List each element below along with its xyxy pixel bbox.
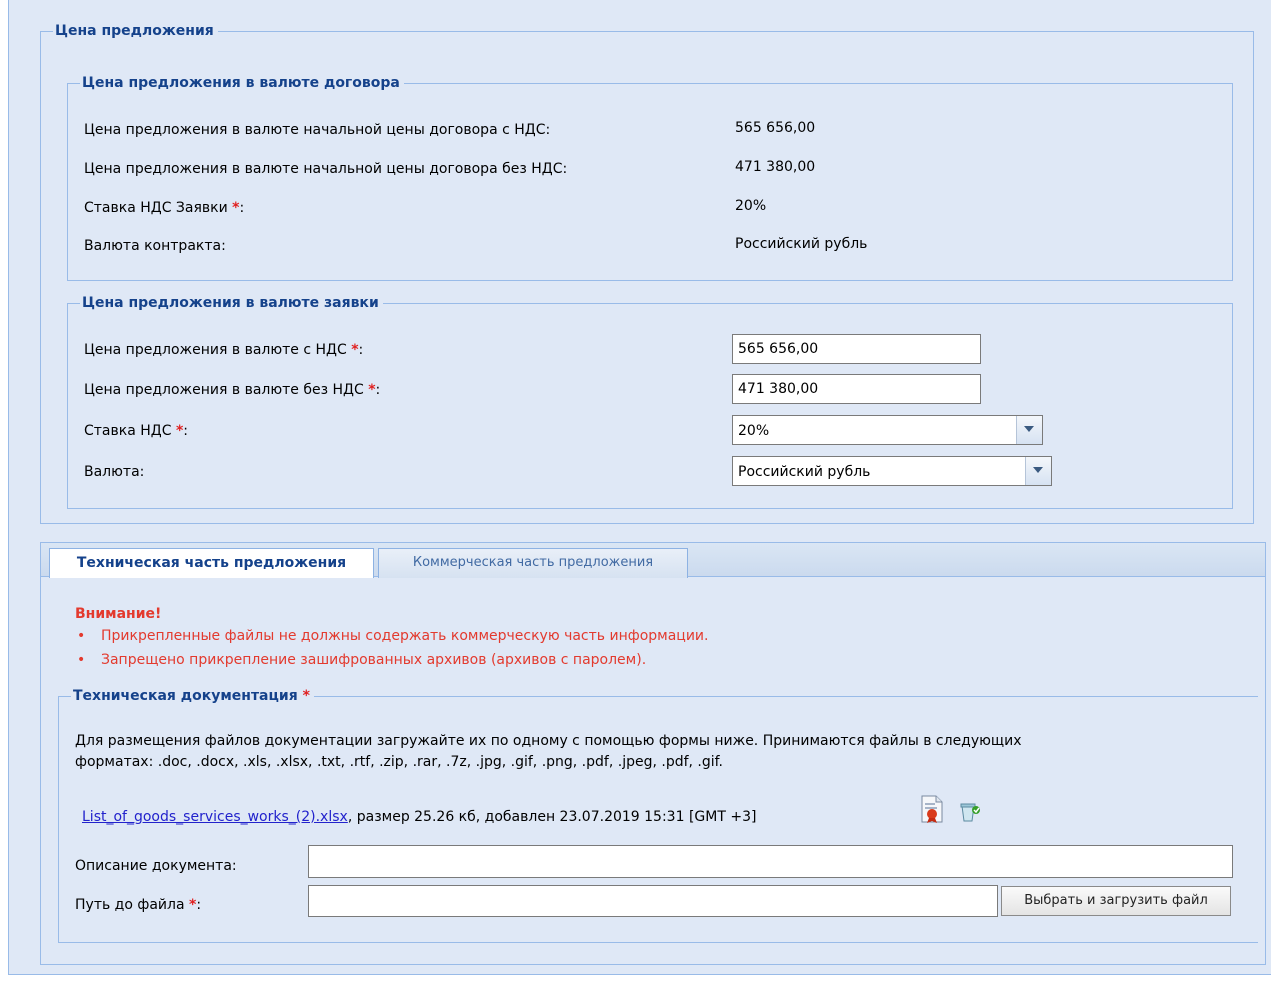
doc-description-label: Описание документа: [75,858,237,874]
contract-price-without-vat-label: Цена предложения в валюте начальной цены… [84,161,568,177]
currency-select[interactable]: Российский рубль [732,456,1052,486]
attached-file-info: , размер 25.26 кб, добавлен 23.07.2019 1… [347,809,757,825]
attached-file-row: List_of_goods_services_works_(2).xlsx, р… [82,808,756,826]
delete-icon[interactable] [958,801,982,823]
page-panel: Цена предложения Цена предложения в валю… [8,0,1271,975]
contract-currency-label: Валюта контракта: [84,238,226,254]
contract-currency-value: Российский рубль [735,236,868,252]
offer-price-fieldset: Цена предложения Цена предложения в валю… [40,22,1254,524]
warning-item: Запрещено прикрепление зашифрованных арх… [77,651,646,669]
signature-icon[interactable] [919,794,945,824]
contract-currency-fieldset: Цена предложения в валюте договора Цена … [67,74,1233,281]
required-mark: * [232,200,240,216]
attached-file-link[interactable]: List_of_goods_services_works_(2).xlsx [82,809,348,825]
contract-price-without-vat-value: 471 380,00 [735,159,816,175]
currency-selected: Российский рубль [738,464,871,480]
tab-strip: Техническая часть предложения Коммерческ… [40,542,1266,578]
vat-rate-select[interactable]: 20% [732,415,1043,445]
required-mark: * [368,382,376,398]
bid-currency-fieldset: Цена предложения в валюте заявки Цена пр… [67,294,1233,509]
tech-docs-legend: Техническая документация * [71,687,314,705]
bid-currency-legend: Цена предложения в валюте заявки [80,294,383,312]
price-with-vat-input[interactable]: 565 656,00 [732,334,981,364]
doc-description-input[interactable] [308,845,1233,878]
tech-docs-description-line1: Для размещения файлов документации загру… [75,733,1022,749]
currency-label: Валюта: [84,464,145,480]
vat-rate-label: Ставка НДС *: [84,423,188,439]
required-mark: * [351,342,359,358]
vat-rate-selected: 20% [738,423,770,439]
file-path-label: Путь до файла *: [75,897,202,913]
tab-commercial-part[interactable]: Коммерческая часть предложения [378,548,688,578]
chevron-down-icon[interactable] [1016,416,1042,444]
bid-vat-rate-label: Ставка НДС Заявки *: [84,200,245,216]
chevron-down-icon[interactable] [1025,457,1051,485]
price-without-vat-input[interactable]: 471 380,00 [732,374,981,404]
tech-docs-fieldset: Техническая документация * Для размещени… [58,687,1258,943]
price-without-vat-label: Цена предложения в валюте без НДС *: [84,382,381,398]
tab-content: Внимание! Прикрепленные файлы не должны … [40,576,1266,965]
tech-docs-description-line2: форматах: .doc, .docx, .xls, .xlsx, .txt… [75,754,724,770]
warning-title: Внимание! [75,606,162,622]
price-with-vat-label: Цена предложения в валюте с НДС *: [84,342,364,358]
contract-currency-legend: Цена предложения в валюте договора [80,74,404,92]
contract-price-with-vat-value: 565 656,00 [735,120,816,136]
tab-technical-part[interactable]: Техническая часть предложения [49,548,374,578]
file-path-input[interactable] [308,885,998,917]
offer-price-legend: Цена предложения [53,22,218,40]
bid-vat-rate-value: 20% [735,198,767,214]
warning-item: Прикрепленные файлы не должны содержать … [77,627,709,645]
contract-price-with-vat-label: Цена предложения в валюте начальной цены… [84,122,551,138]
upload-file-button[interactable]: Выбрать и загрузить файл [1001,886,1231,916]
required-mark: * [302,688,310,704]
